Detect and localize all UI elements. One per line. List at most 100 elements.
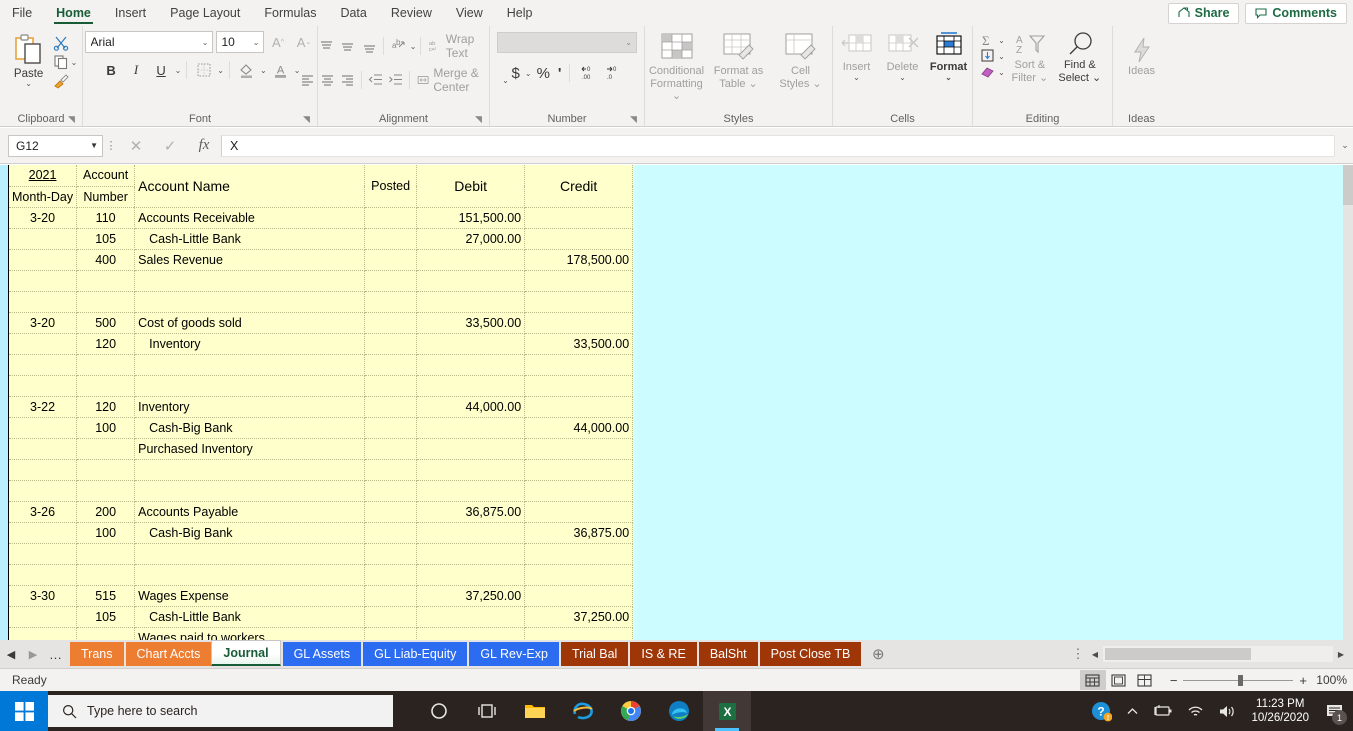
cell-posted[interactable] (364, 522, 418, 544)
cell-credit[interactable] (524, 627, 634, 640)
cell-debit[interactable]: 36,875.00 (416, 501, 526, 523)
table-row[interactable] (8, 564, 634, 586)
page-break-view-button[interactable] (1132, 670, 1158, 690)
format-cells-button[interactable]: Format ⌄ (927, 31, 971, 81)
cell-posted[interactable] (364, 312, 418, 334)
cell-account-number[interactable] (76, 480, 136, 502)
cell-credit[interactable]: 178,500.00 (524, 249, 634, 271)
cell-debit[interactable]: 37,250.00 (416, 585, 526, 607)
cell-posted[interactable] (364, 207, 418, 229)
cell-debit[interactable] (416, 270, 526, 292)
table-row[interactable]: 400 Sales Revenue 178,500.00 (8, 249, 634, 271)
copy-button[interactable]: ⌄ (53, 54, 78, 70)
microsoft-edge-button[interactable] (655, 691, 703, 731)
cell-account-name[interactable]: Sales Revenue (134, 249, 366, 271)
ribbon-tab-formulas[interactable]: Formulas (252, 0, 328, 26)
cell-credit[interactable]: 44,000.00 (524, 417, 634, 439)
previous-sheet-button[interactable]: ◀ (0, 648, 22, 661)
cell-credit[interactable] (524, 480, 634, 502)
table-row[interactable]: 3-26 200 Accounts Payable 36,875.00 (8, 501, 634, 523)
align-top-button[interactable] (316, 35, 336, 57)
cell-posted[interactable] (364, 585, 418, 607)
table-row[interactable]: 100 Cash-Big Bank 44,000.00 (8, 417, 634, 439)
cell-date[interactable] (8, 543, 78, 565)
tab-bar-resize-handle[interactable]: ⋮ (1069, 646, 1087, 662)
decrease-font-size-button[interactable]: A ⌄ (293, 31, 316, 53)
sort-filter-button[interactable]: A Z Sort & Filter ⌄ (1007, 31, 1053, 84)
insert-function-button[interactable]: fx (187, 135, 221, 157)
cell-posted[interactable] (364, 249, 418, 271)
cell-credit[interactable]: 37,250.00 (524, 606, 634, 628)
chevron-down-icon[interactable]: ⌄ (71, 58, 78, 66)
cell-credit[interactable] (524, 270, 634, 292)
cell-posted[interactable] (364, 417, 418, 439)
sheet-tab-gl-liab-equity[interactable]: GL Liab-Equity (361, 642, 468, 666)
chevron-down-icon[interactable]: ⌄ (853, 73, 860, 81)
cell-debit[interactable] (416, 459, 526, 481)
cell-date[interactable] (8, 228, 78, 250)
chevron-down-icon[interactable]: ⌄ (998, 36, 1005, 44)
ribbon-tab-home[interactable]: Home (44, 0, 103, 26)
ribbon-tab-page-layout[interactable]: Page Layout (158, 0, 252, 26)
table-row[interactable] (8, 375, 634, 397)
cell-date[interactable] (8, 522, 78, 544)
table-row[interactable]: 105 Cash-Little Bank 37,250.00 (8, 606, 634, 628)
orientation-button[interactable]: a b (388, 35, 408, 57)
chevron-down-icon[interactable]: ⌄ (998, 68, 1005, 76)
table-row[interactable]: Purchased Inventory (8, 438, 634, 460)
cell-account-number[interactable]: 200 (76, 501, 136, 523)
borders-button[interactable] (192, 59, 215, 81)
paste-button[interactable]: Paste ⌄ (5, 33, 53, 88)
cell-debit[interactable] (416, 606, 526, 628)
cell-account-number[interactable]: 515 (76, 585, 136, 607)
cell-credit[interactable]: 33,500.00 (524, 333, 634, 355)
cell-account-name[interactable] (134, 564, 366, 586)
table-row[interactable]: 3-20 110 Accounts Receivable 151,500.00 (8, 207, 634, 229)
decrease-decimal-button[interactable]: 0 .0 (601, 62, 625, 84)
cell-account-name[interactable] (134, 375, 366, 397)
cell-date[interactable]: 3-30 (8, 585, 78, 607)
chevron-down-icon[interactable]: ⌄ (998, 52, 1005, 60)
autosum-button[interactable]: Σ ⌄ (980, 33, 1005, 47)
cell-account-number[interactable] (76, 459, 136, 481)
fill-color-button[interactable] (235, 59, 258, 81)
insert-cells-button[interactable]: Insert ⌄ (835, 31, 879, 81)
cell-date[interactable]: 3-20 (8, 312, 78, 334)
cell-credit[interactable] (524, 354, 634, 376)
vertical-scrollbar[interactable] (1343, 165, 1353, 640)
cell-posted[interactable] (364, 333, 418, 355)
file-explorer-button[interactable] (511, 691, 559, 731)
conditional-formatting-button[interactable]: Conditional Formatting ⌄ (647, 31, 707, 103)
zoom-out-button[interactable]: − (1170, 673, 1178, 688)
vertical-scrollbar-thumb[interactable] (1343, 165, 1353, 205)
table-row[interactable]: 105 Cash-Little Bank 27,000.00 (8, 228, 634, 250)
table-row[interactable]: 3-22 120 Inventory 44,000.00 (8, 396, 634, 418)
cell-posted[interactable] (364, 270, 418, 292)
cell-posted[interactable] (364, 543, 418, 565)
percent-format-button[interactable]: % (534, 62, 553, 84)
cell-posted[interactable] (364, 291, 418, 313)
sheet-tab-gl-assets[interactable]: GL Assets (280, 642, 362, 666)
cell-account-name[interactable]: Accounts Receivable (134, 207, 366, 229)
zoom-slider-thumb[interactable] (1238, 674, 1244, 686)
zoom-percentage[interactable]: 100% (1313, 673, 1347, 687)
chevron-down-icon[interactable]: ⌄ (260, 66, 267, 74)
delete-cells-button[interactable]: Delete ⌄ (881, 31, 925, 81)
cell-credit[interactable] (524, 207, 634, 229)
cell-date[interactable] (8, 249, 78, 271)
cell-account-number[interactable]: 500 (76, 312, 136, 334)
cell-date[interactable] (8, 459, 78, 481)
align-right-button[interactable] (338, 69, 357, 91)
wrap-text-button[interactable]: ab c↵ Wrap Text (425, 32, 491, 60)
cell-debit[interactable]: 33,500.00 (416, 312, 526, 334)
sheet-tab-gl-rev-exp[interactable]: GL Rev-Exp (467, 642, 559, 666)
chevron-down-icon[interactable]: ⌄ (899, 73, 906, 81)
cell-date[interactable] (8, 354, 78, 376)
cell-account-name[interactable]: Cash-Little Bank (134, 606, 366, 628)
cell-account-name[interactable] (134, 270, 366, 292)
battery-button[interactable] (1146, 704, 1180, 718)
cut-button[interactable] (53, 35, 78, 51)
cell-date[interactable] (8, 291, 78, 313)
number-dialog-launcher-icon[interactable]: ◥ (630, 114, 641, 125)
cell-account-number[interactable]: 120 (76, 396, 136, 418)
